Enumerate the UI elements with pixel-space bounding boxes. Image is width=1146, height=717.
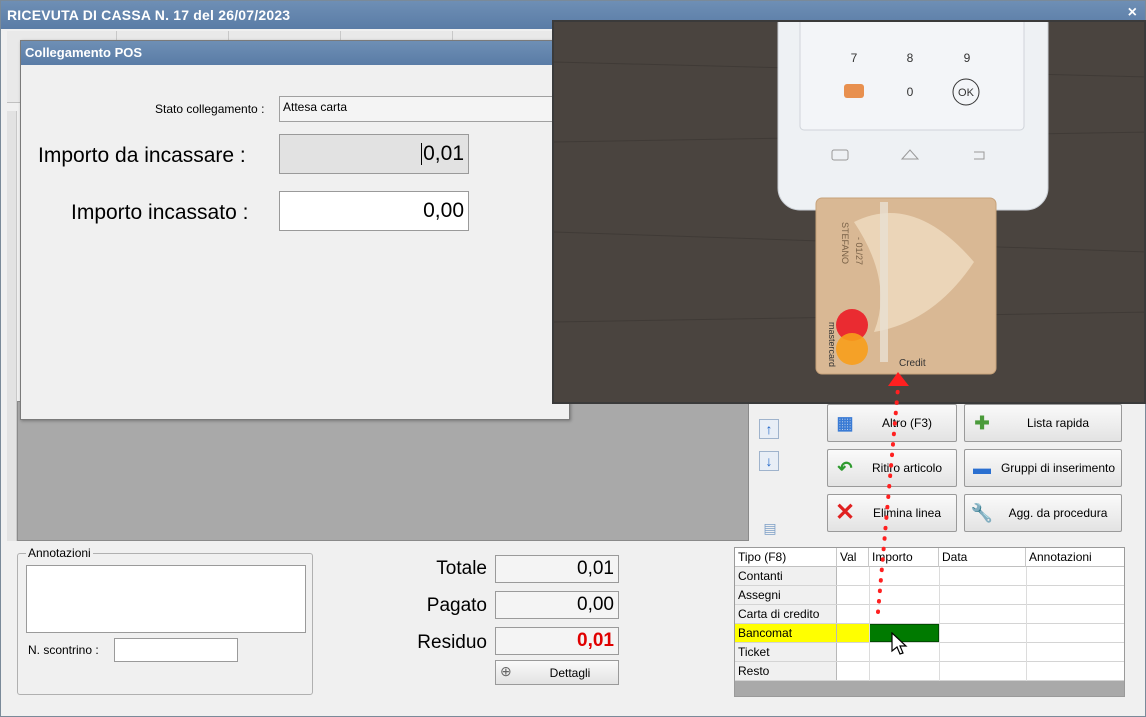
totale-field: 0,01: [495, 555, 619, 583]
pagato-field: 0,00: [495, 591, 619, 619]
keypad-key: 9: [964, 51, 971, 65]
lista-rapida-label: Lista rapida: [1026, 416, 1090, 430]
move-up-icon[interactable]: ↑: [759, 419, 779, 439]
text-caret: [421, 143, 423, 166]
val-cell[interactable]: [837, 624, 869, 642]
residuo-field: 0,01: [495, 627, 619, 655]
backspace-icon: [844, 84, 864, 98]
payment-type-cell: Contanti: [735, 567, 837, 585]
delete-icon: ✕: [834, 499, 856, 526]
table-add-icon: ▦: [836, 413, 854, 433]
da-incassare-label: Importo da incassare :: [38, 144, 246, 167]
payments-table: Tipo (F8) Val Importo Data Annotazioni C…: [734, 547, 1125, 697]
residuo-label: Residuo: [417, 632, 487, 653]
zoom-icon: ⊕: [500, 663, 512, 679]
payment-type-cell: Bancomat: [735, 624, 837, 642]
col-annotazioni[interactable]: Annotazioni: [1026, 548, 1124, 567]
column-divider: [939, 567, 940, 681]
keypad-key: 7: [851, 51, 858, 65]
dettagli-label: Dettagli: [549, 666, 591, 680]
keypad-key: 8: [907, 51, 914, 65]
da-incassare-field[interactable]: 0,01: [279, 134, 469, 174]
pos-video-overlay: 7 8 9 0 OK mastercard Credit - 01/27 STE…: [552, 20, 1146, 404]
da-incassare-value: 0,01: [423, 142, 464, 165]
stato-field: Attesa carta: [279, 96, 571, 122]
scontrino-label: N. scontrino :: [28, 643, 99, 657]
incassato-label: Importo incassato :: [71, 201, 249, 224]
elimina-linea-button[interactable]: ✕ Elimina linea: [827, 494, 957, 532]
altro-label: Altro (F3): [881, 416, 932, 430]
lista-rapida-button[interactable]: ✚ Lista rapida: [964, 404, 1122, 442]
elimina-linea-label: Elimina linea: [872, 506, 942, 520]
table-row[interactable]: Ticket: [735, 643, 1124, 662]
table-row[interactable]: Contanti: [735, 567, 1124, 586]
agg-procedura-label: Agg. da procedura: [1008, 506, 1108, 520]
scontrino-input[interactable]: [114, 638, 238, 662]
stato-label: Stato collegamento :: [155, 102, 265, 116]
card-expiry: - 01/27: [854, 237, 864, 265]
pagato-label: Pagato: [426, 595, 487, 616]
altro-button[interactable]: ▦ Altro (F3): [827, 404, 957, 442]
ritiro-articolo-label: Ritiro articolo: [871, 461, 943, 475]
table-row-bancomat[interactable]: Bancomat: [735, 624, 1124, 643]
pos-photo: 7 8 9 0 OK mastercard Credit - 01/27 STE…: [554, 22, 1144, 402]
table-row[interactable]: Assegni: [735, 586, 1124, 605]
gruppi-inserimento-label: Gruppi di inserimento: [1000, 461, 1116, 475]
window-title: RICEVUTA DI CASSA N. 17 del 26/07/2023: [7, 7, 291, 23]
column-divider: [869, 567, 870, 681]
document-icon[interactable]: ▤: [759, 517, 781, 539]
column-divider: [1026, 567, 1027, 681]
payments-header: Tipo (F8) Val Importo Data Annotazioni: [735, 548, 1124, 567]
gruppi-inserimento-button[interactable]: ▬ Gruppi di inserimento: [964, 449, 1122, 487]
pos-title: Collegamento POS: [25, 45, 143, 60]
pos-dialog: Collegamento POS Stato collegamento : At…: [20, 40, 571, 420]
payment-type-cell: Carta di credito: [735, 605, 837, 623]
ritiro-articolo-button[interactable]: ↶ Ritiro articolo: [827, 449, 957, 487]
table-row[interactable]: Resto: [735, 662, 1124, 681]
undo-icon: ↶: [837, 458, 853, 478]
annotations-legend: Annotazioni: [26, 546, 93, 560]
payment-type-cell: Assegni: [735, 586, 837, 604]
annotations-group: Annotazioni N. scontrino :: [17, 546, 313, 695]
annotations-textarea[interactable]: [26, 565, 306, 633]
col-importo[interactable]: Importo: [869, 548, 939, 567]
col-val[interactable]: Val: [837, 548, 869, 567]
agg-procedura-button[interactable]: 🔧 Agg. da procedura: [964, 494, 1122, 532]
col-data[interactable]: Data: [939, 548, 1026, 567]
payment-type-cell: Resto: [735, 662, 837, 680]
pos-titlebar: Collegamento POS: [21, 41, 569, 65]
incassato-field[interactable]: 0,00: [279, 191, 469, 231]
col-tipo[interactable]: Tipo (F8): [735, 548, 837, 567]
card-type: Credit: [899, 358, 926, 369]
move-down-icon[interactable]: ↓: [759, 451, 779, 471]
payment-type-cell: Ticket: [735, 643, 837, 661]
keypad-key: OK: [958, 87, 975, 99]
left-panel-edge: [7, 111, 17, 541]
group-add-icon: ▬: [973, 458, 991, 478]
mouse-cursor-icon: [891, 632, 908, 655]
dettagli-button[interactable]: ⊕ Dettagli: [495, 660, 619, 685]
payments-footer: [735, 681, 1124, 696]
table-row[interactable]: Carta di credito: [735, 605, 1124, 624]
card-holder: STEFANO: [840, 222, 850, 264]
wrench-icon: 🔧: [970, 503, 994, 523]
items-grid[interactable]: [17, 401, 749, 541]
card-brand: mastercard: [827, 322, 837, 367]
list-add-icon: ✚: [974, 413, 990, 433]
keypad-key: 0: [907, 85, 914, 99]
totale-label: Totale: [436, 558, 487, 579]
